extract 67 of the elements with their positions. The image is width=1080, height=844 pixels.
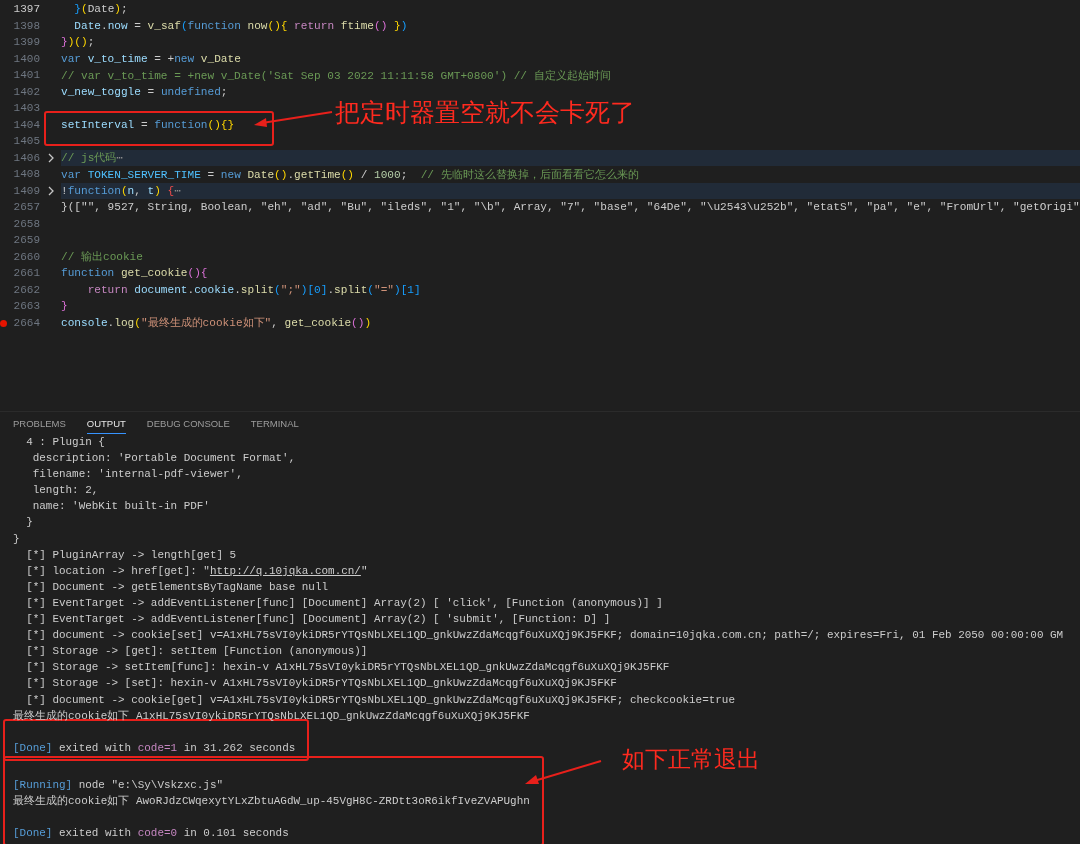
output-line: [Done] exited with code=0 in 0.101 seconds bbox=[13, 826, 289, 842]
code-line: function get_cookie(){ bbox=[61, 267, 208, 280]
line-number: 1402 bbox=[12, 85, 40, 98]
line-number: 1408 bbox=[12, 168, 40, 181]
code-line: v_new_toggle = undefined; bbox=[61, 85, 228, 98]
output-line: name: 'WebKit built-in PDF' bbox=[31, 499, 210, 515]
output-line: 4 : Plugin { bbox=[25, 435, 105, 450]
annotation-text: 如下正常退出 bbox=[622, 745, 760, 774]
code-line: var TOKEN_SERVER_TIME = new Date().getTime() / 1000; // 先临时这么替换掉，后面看看它怎么来的 bbox=[61, 167, 639, 182]
output-line: [*] Storage -> setItem[func]: hexin-v A1xHL75sVI0ykiDR5rYTQsNbLXEL1QD_gnkUwzZdaMcqgf6uXuXQj9KJ5FKF bbox=[25, 660, 670, 676]
code-line: return document.cookie.split(";")[0].split("=")[1] bbox=[86, 283, 421, 296]
output-line: [*] location -> href[get]: "http://q.10jqka.com.cn/" bbox=[25, 563, 368, 579]
output-line: 最终生成的cookie如下 A1xHL75sVI0ykiDR5rYTQsNbLXEL1QD_gnkUwzZdaMcqgf6uXuXQj9KJ5FKF bbox=[13, 708, 530, 724]
output-line: } bbox=[13, 531, 20, 547]
code-line: console.log("最终生成的cookie如下", get_cookie()) bbox=[61, 316, 372, 331]
line-number: 1398 bbox=[12, 19, 40, 32]
line-number: 1401 bbox=[12, 69, 40, 82]
output-line: filename: 'internal-pdf-viewer', bbox=[31, 467, 243, 483]
line-number: 2657 bbox=[12, 201, 40, 214]
line-number: 1404 bbox=[12, 118, 40, 131]
output-line: [*] EventTarget -> addEventListener[func] [Document] Array(2) [ 'click', [Function (anonymous)] ] bbox=[25, 595, 663, 611]
line-number: 2661 bbox=[12, 267, 40, 280]
output-line: length: 2, bbox=[31, 483, 99, 499]
code-line: })(); bbox=[61, 36, 95, 49]
code-line: } bbox=[61, 300, 68, 313]
line-number: 2662 bbox=[12, 283, 40, 296]
panel-tab[interactable]: OUTPUT bbox=[86, 412, 126, 434]
output-line: [Running] node "e:\Sy\Vskzxc.js" bbox=[13, 777, 224, 793]
breakpoint-dot[interactable] bbox=[0, 319, 7, 327]
line-number: 1405 bbox=[12, 135, 40, 148]
output-line: description: 'Portable Document Format', bbox=[31, 451, 296, 467]
output-line: [Done] exited with code=1 in 31.262 seconds bbox=[13, 740, 296, 756]
output-line: [*] Storage -> [set]: hexin-v A1xHL75sVI0ykiDR5rYTQsNbLXEL1QD_gnkUwzZdaMcqgf6uXuXQj9KJ5FKF bbox=[25, 676, 617, 692]
code-line: // 输出cookie bbox=[61, 250, 143, 265]
code-line: // var v_to_time = +new v_Date('Sat Sep 03 2022 11:11:58 GMT+0800') // 自定义起始时间 bbox=[61, 68, 611, 83]
output-line: [*] Storage -> [get]: setItem [Function (anonymous)] bbox=[25, 644, 368, 660]
code-line: // js代码⋯ bbox=[61, 151, 123, 166]
panel-tab[interactable]: PROBLEMS bbox=[13, 412, 66, 434]
line-number: 2660 bbox=[12, 250, 40, 263]
line-number: 1399 bbox=[12, 36, 40, 49]
line-number: 2663 bbox=[12, 300, 40, 313]
code-line: var v_to_time = +new v_Date bbox=[61, 52, 241, 65]
line-number: 1403 bbox=[12, 102, 40, 115]
chevron-icon[interactable] bbox=[47, 152, 55, 163]
output-line: [*] PluginArray -> length[get] 5 bbox=[25, 547, 237, 563]
line-number: 2664 bbox=[12, 316, 40, 329]
chevron-icon[interactable] bbox=[47, 185, 55, 196]
code-line: }(["", 9527, String, Boolean, "eh", "ad", "Bu", "ileds", "1", "\b", Array, "7", "base", "64De", "\u2543\u252b", "etatS", "pa", "e", "FromUrl", "getOrigi" bbox=[61, 201, 1080, 214]
output-line: 最终生成的cookie如下 AwoRJdzCWqexytYLxZbtuAGdW_up-45VgH8C-ZRDtt3oR6ikfIveZVAPUghn bbox=[13, 794, 530, 810]
annotation-text: 把定时器置空就不会卡死了 bbox=[335, 97, 635, 129]
output-line: } bbox=[25, 515, 33, 531]
output-line: [*] Document -> getElementsByTagName base null bbox=[25, 579, 329, 595]
code-line: !function(n, t) {⋯ bbox=[61, 184, 181, 198]
code-line: Date.now = v_saf(function now(){ return ftime() }) bbox=[73, 19, 408, 32]
code-line: setInterval = function(){} bbox=[61, 118, 235, 131]
line-number: 1409 bbox=[12, 184, 40, 197]
output-line: [*] EventTarget -> addEventListener[func] [Document] Array(2) [ 'submit', [Function: D] ] bbox=[25, 612, 611, 628]
line-number: 1397 bbox=[12, 3, 40, 16]
panel-tab[interactable]: DEBUG CONSOLE bbox=[146, 412, 230, 434]
line-number: 2658 bbox=[12, 217, 40, 230]
line-number: 1406 bbox=[12, 151, 40, 164]
line-number: 1400 bbox=[12, 52, 40, 65]
line-number: 2659 bbox=[12, 234, 40, 247]
panel-tab[interactable]: TERMINAL bbox=[250, 412, 299, 434]
code-line: }(Date); bbox=[73, 3, 128, 16]
output-line: [*] document -> cookie[set] v=A1xHL75sVI0ykiDR5rYTQsNbLXEL1QD_gnkUwzZdaMcqgf6uXuXQj9KJ5FKF; domain=10jqka.com.cn; path=/; expires=Fri, 01 Feb 2050 00:00:00 GM bbox=[25, 628, 1064, 644]
output-line: [*] document -> cookie[get] v=A1xHL75sVI0ykiDR5rYTQsNbLXEL1QD_gnkUwzZdaMcqgf6uXuXQj9KJ5FKF; checkcookie=true bbox=[25, 692, 735, 708]
